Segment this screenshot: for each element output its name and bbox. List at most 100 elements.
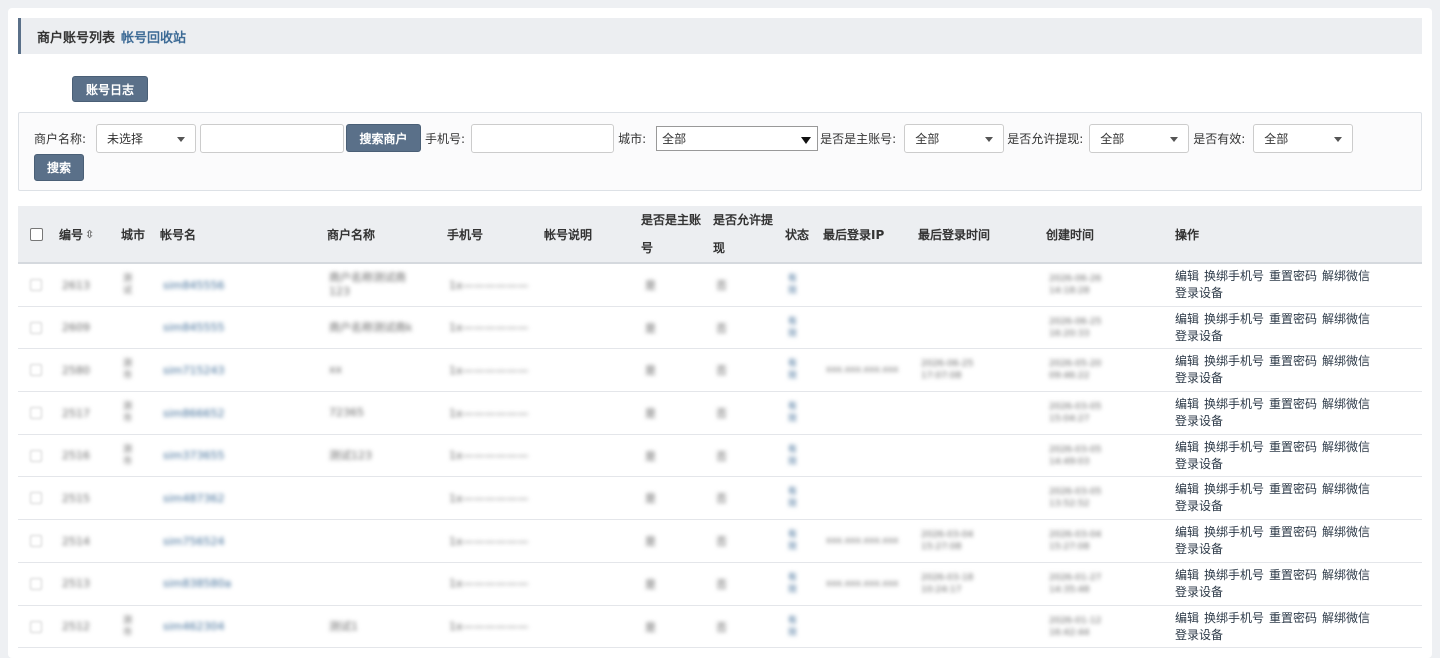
- edit-link[interactable]: 编辑: [1175, 440, 1199, 454]
- reset-password-link[interactable]: 重置密码: [1269, 312, 1317, 326]
- row-checkbox[interactable]: [30, 520, 42, 562]
- city-select[interactable]: 全部: [656, 125, 819, 151]
- allow-withdraw-select[interactable]: 全部: [1089, 123, 1190, 153]
- row-account-link[interactable]: sim838580a: [163, 563, 231, 605]
- account-log-button[interactable]: 账号日志: [72, 76, 148, 102]
- row-checkbox[interactable]: [30, 435, 42, 477]
- login-device-link[interactable]: 登录设备: [1175, 414, 1223, 428]
- edit-link[interactable]: 编辑: [1175, 482, 1199, 496]
- login-device-link[interactable]: 登录设备: [1175, 329, 1223, 343]
- unbind-wechat-link[interactable]: 解绑微信: [1322, 354, 1370, 368]
- chevron-down-icon: [1334, 136, 1343, 142]
- row-id: 2609: [62, 321, 90, 335]
- reset-password-link[interactable]: 重置密码: [1269, 269, 1317, 283]
- row-id: 2580: [62, 363, 90, 377]
- row-actions: 编辑 换绑手机号 重置密码 解绑微信登录设备: [1175, 610, 1405, 644]
- login-device-link[interactable]: 登录设备: [1175, 499, 1223, 513]
- row-checkbox[interactable]: [30, 307, 42, 349]
- unbind-wechat-link[interactable]: 解绑微信: [1322, 440, 1370, 454]
- reset-password-link[interactable]: 重置密码: [1269, 525, 1317, 539]
- unbind-wechat-link[interactable]: 解绑微信: [1322, 397, 1370, 411]
- row-account-link[interactable]: sim715243: [163, 349, 225, 391]
- row-account-link[interactable]: sim373655: [163, 435, 225, 477]
- row-checkbox[interactable]: [30, 606, 42, 648]
- row-is-main: 是: [645, 620, 656, 634]
- chevron-down-icon: [177, 136, 186, 142]
- unbind-wechat-link[interactable]: 解绑微信: [1322, 482, 1370, 496]
- row-checkbox[interactable]: [30, 392, 42, 434]
- login-device-link[interactable]: 登录设备: [1175, 542, 1223, 556]
- row-status: 有效: [788, 615, 798, 638]
- reset-password-link[interactable]: 重置密码: [1269, 482, 1317, 496]
- row-withdraw: 否: [716, 535, 727, 549]
- recycle-bin-link[interactable]: 帐号回收站: [121, 27, 186, 46]
- reset-password-link[interactable]: 重置密码: [1269, 397, 1317, 411]
- reset-password-link[interactable]: 重置密码: [1269, 354, 1317, 368]
- rebind-phone-link[interactable]: 换绑手机号: [1204, 354, 1264, 368]
- rebind-phone-link[interactable]: 换绑手机号: [1204, 568, 1264, 582]
- col-status: 状态: [785, 227, 810, 242]
- row-actions: 编辑 换绑手机号 重置密码 解绑微信登录设备: [1175, 439, 1405, 473]
- is-main-select[interactable]: 全部: [904, 123, 1005, 153]
- login-device-link[interactable]: 登录设备: [1175, 371, 1223, 385]
- valid-select-value: 全部: [1264, 131, 1289, 146]
- col-withdraw-line2: 现: [713, 241, 726, 255]
- row-account-link[interactable]: sim756524: [163, 520, 225, 562]
- row-is-main: 是: [645, 407, 656, 421]
- select-all-checkbox[interactable]: [30, 206, 43, 262]
- unbind-wechat-link[interactable]: 解绑微信: [1322, 525, 1370, 539]
- row-account-link[interactable]: sim845555: [163, 307, 225, 349]
- valid-select[interactable]: 全部: [1253, 123, 1354, 153]
- row-account-link[interactable]: sim462304: [163, 606, 225, 648]
- row-checkbox[interactable]: [30, 349, 42, 391]
- valid-label: 是否有效:: [1193, 131, 1246, 146]
- edit-link[interactable]: 编辑: [1175, 269, 1199, 283]
- rebind-phone-link[interactable]: 换绑手机号: [1204, 482, 1264, 496]
- search-button[interactable]: 搜索: [34, 154, 84, 181]
- edit-link[interactable]: 编辑: [1175, 568, 1199, 582]
- row-account-link[interactable]: sim845556: [163, 264, 225, 306]
- login-device-link[interactable]: 登录设备: [1175, 628, 1223, 642]
- rebind-phone-link[interactable]: 换绑手机号: [1204, 525, 1264, 539]
- edit-link[interactable]: 编辑: [1175, 611, 1199, 625]
- phone-input[interactable]: [471, 123, 615, 153]
- row-checkbox[interactable]: [30, 264, 42, 306]
- edit-link[interactable]: 编辑: [1175, 397, 1199, 411]
- edit-link[interactable]: 编辑: [1175, 525, 1199, 539]
- unbind-wechat-link[interactable]: 解绑微信: [1322, 312, 1370, 326]
- col-id[interactable]: 编号 ⇳: [59, 206, 94, 262]
- row-checkbox[interactable]: [30, 477, 42, 519]
- row-withdraw: 否: [716, 492, 727, 506]
- merchant-input[interactable]: [200, 123, 345, 153]
- reset-password-link[interactable]: 重置密码: [1269, 440, 1317, 454]
- unbind-wechat-link[interactable]: 解绑微信: [1322, 568, 1370, 582]
- sort-icon[interactable]: ⇳: [85, 228, 94, 241]
- login-device-link[interactable]: 登录设备: [1175, 286, 1223, 300]
- merchant-select[interactable]: 未选择: [96, 123, 197, 153]
- filter-panel: 商户名称: 未选择 搜索商户 手机号: 城市: 全部 是否是主账号: 全部 是否…: [18, 112, 1422, 191]
- rebind-phone-link[interactable]: 换绑手机号: [1204, 611, 1264, 625]
- rebind-phone-link[interactable]: 换绑手机号: [1204, 312, 1264, 326]
- is-main-label: 是否是主账号:: [820, 131, 897, 146]
- city-select-value: 全部: [662, 131, 687, 146]
- unbind-wechat-link[interactable]: 解绑微信: [1322, 611, 1370, 625]
- row-account-link[interactable]: sim487362: [163, 477, 225, 519]
- row-withdraw: 否: [716, 620, 727, 634]
- row-checkbox[interactable]: [30, 563, 42, 605]
- rebind-phone-link[interactable]: 换绑手机号: [1204, 269, 1264, 283]
- rebind-phone-link[interactable]: 换绑手机号: [1204, 397, 1264, 411]
- row-account-link[interactable]: sim866652: [163, 392, 225, 434]
- search-merchant-button[interactable]: 搜索商户: [346, 124, 422, 152]
- reset-password-link[interactable]: 重置密码: [1269, 568, 1317, 582]
- col-withdraw: 是否允许提 现: [713, 206, 773, 262]
- table-row: 2512 测市 sim462304 测试1 1x—————— 是 否 有效 20…: [18, 606, 1422, 649]
- reset-password-link[interactable]: 重置密码: [1269, 611, 1317, 625]
- edit-link[interactable]: 编辑: [1175, 312, 1199, 326]
- login-device-link[interactable]: 登录设备: [1175, 457, 1223, 471]
- row-status: 有效: [788, 444, 798, 467]
- rebind-phone-link[interactable]: 换绑手机号: [1204, 440, 1264, 454]
- row-id: 2516: [62, 449, 90, 463]
- login-device-link[interactable]: 登录设备: [1175, 585, 1223, 599]
- unbind-wechat-link[interactable]: 解绑微信: [1322, 269, 1370, 283]
- edit-link[interactable]: 编辑: [1175, 354, 1199, 368]
